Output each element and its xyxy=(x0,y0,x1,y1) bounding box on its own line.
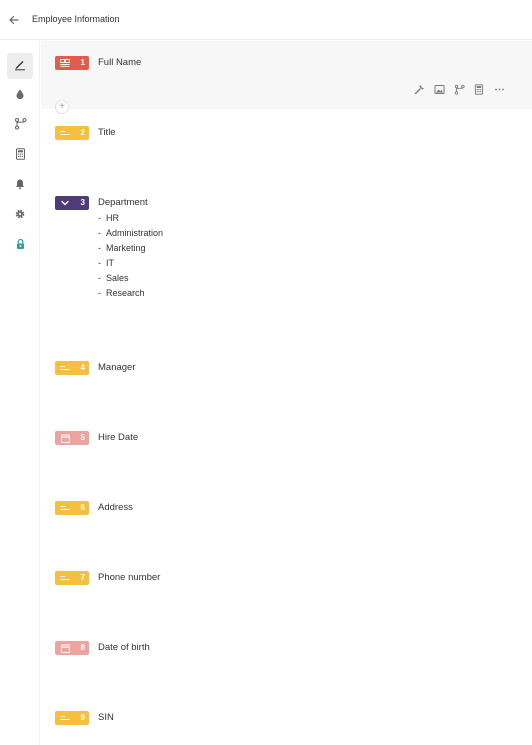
dropdown-option: - Sales xyxy=(98,273,129,283)
field-type-badge[interactable]: 6 xyxy=(55,501,89,515)
selected-field-row[interactable] xyxy=(41,41,532,109)
page-title: Employee Information xyxy=(32,14,120,24)
field-type-badge[interactable]: 8 xyxy=(55,641,89,655)
field-type-badge[interactable]: 2 xyxy=(55,126,89,140)
more-icon[interactable] xyxy=(492,82,506,96)
field-label[interactable]: SIN xyxy=(98,712,114,723)
field-label[interactable]: Department xyxy=(98,197,148,208)
field-label[interactable]: Full Name xyxy=(98,57,141,68)
pencil-icon xyxy=(13,57,27,76)
field-label[interactable]: Phone number xyxy=(98,572,160,583)
text-field-icon xyxy=(55,571,75,585)
sidebar-settings-button[interactable] xyxy=(7,203,33,229)
lock-icon xyxy=(15,237,26,255)
wrench-icon[interactable] xyxy=(412,82,426,96)
top-bar: Employee Information xyxy=(0,0,532,40)
sidebar-calculation-button[interactable] xyxy=(7,143,33,169)
dropdown-option: - HR xyxy=(98,213,119,223)
text-field-icon xyxy=(55,361,75,375)
field-type-badge[interactable]: 3 xyxy=(55,196,89,210)
form-builder-area: + 1 Full Name 2 Title 3 Department - HR … xyxy=(41,41,532,745)
add-field-button[interactable]: + xyxy=(55,100,69,114)
calculator-icon xyxy=(15,147,26,165)
calculator-icon[interactable] xyxy=(472,82,486,96)
field-number: 3 xyxy=(80,198,85,207)
field-number: 9 xyxy=(80,713,85,722)
field-type-badge[interactable]: 7 xyxy=(55,571,89,585)
sidebar-notifications-button[interactable] xyxy=(7,173,33,199)
drop-icon xyxy=(14,87,26,105)
sidebar-edit-button[interactable] xyxy=(7,53,33,79)
field-number: 1 xyxy=(80,58,85,67)
field-number: 5 xyxy=(80,433,85,442)
field-type-badge[interactable]: 4 xyxy=(55,361,89,375)
dropdown-option: - Administration xyxy=(98,228,164,238)
field-label[interactable]: Manager xyxy=(98,362,136,373)
name-field-icon xyxy=(55,56,75,70)
sidebar-style-button[interactable] xyxy=(7,83,33,109)
calendar-icon xyxy=(55,431,75,445)
text-field-icon xyxy=(55,711,75,725)
text-field-icon xyxy=(55,501,75,515)
gear-icon xyxy=(14,207,26,225)
dropdown-options-list: - HR - Administration - Marketing - IT - Sale… xyxy=(98,211,163,301)
dropdown-option: - IT xyxy=(98,258,114,268)
branch-icon xyxy=(14,117,27,135)
field-type-badge[interactable]: 5 xyxy=(55,431,89,445)
sidebar-security-button[interactable] xyxy=(7,233,33,259)
calendar-icon xyxy=(55,641,75,655)
dropdown-option: - Marketing xyxy=(98,243,146,253)
branch-icon[interactable] xyxy=(452,82,466,96)
chevron-down-icon xyxy=(55,196,75,210)
field-label[interactable]: Title xyxy=(98,127,116,138)
field-label[interactable]: Date of birth xyxy=(98,642,150,653)
field-type-badge[interactable]: 9 xyxy=(55,711,89,725)
field-type-badge[interactable]: 1 xyxy=(55,56,89,70)
field-number: 4 xyxy=(80,363,85,372)
bell-icon xyxy=(14,177,26,195)
sidebar xyxy=(0,41,40,745)
sidebar-logic-button[interactable] xyxy=(7,113,33,139)
back-arrow-icon[interactable] xyxy=(6,12,22,28)
dropdown-option: - Research xyxy=(98,288,145,298)
field-number: 2 xyxy=(80,128,85,137)
field-label[interactable]: Address xyxy=(98,502,133,513)
field-number: 8 xyxy=(80,643,85,652)
field-number: 6 xyxy=(80,503,85,512)
field-number: 7 xyxy=(80,573,85,582)
field-label[interactable]: Hire Date xyxy=(98,432,138,443)
image-icon[interactable] xyxy=(432,82,446,96)
text-field-icon xyxy=(55,126,75,140)
